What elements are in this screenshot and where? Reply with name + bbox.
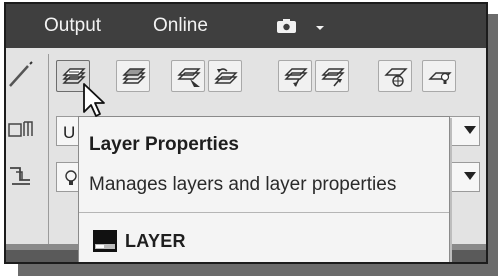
chevron-down-icon[interactable] xyxy=(464,126,476,134)
layer-previous-button[interactable] xyxy=(208,60,242,92)
tooltip-description: Manages layers and layer properties xyxy=(89,174,397,195)
block-icon xyxy=(8,121,33,137)
layer-unisolate-icon xyxy=(321,68,345,87)
layer-states-icon xyxy=(122,68,146,84)
plot-icon xyxy=(10,167,30,185)
tab-output[interactable]: Output xyxy=(44,15,101,37)
layer-isolate-button[interactable] xyxy=(278,60,312,92)
layer-freeze-icon xyxy=(384,68,408,87)
layer-match-icon xyxy=(177,68,201,87)
layer-unisolate-button[interactable] xyxy=(315,60,349,92)
layer-previous-icon xyxy=(214,68,238,84)
layer-isolate-icon xyxy=(284,68,308,87)
ribbon-tab-bar: Output Online xyxy=(6,4,486,48)
chevron-down-icon xyxy=(316,26,324,30)
layer-properties-tooltip: Layer Properties Manages layers and laye… xyxy=(78,116,450,262)
insert-tool-button[interactable] xyxy=(6,162,36,190)
layer-match-button[interactable] xyxy=(171,60,205,92)
tooltip-title: Layer Properties xyxy=(89,134,239,155)
tab-online[interactable]: Online xyxy=(153,15,208,37)
bulb-icon xyxy=(65,170,77,185)
mouse-cursor-icon xyxy=(83,83,105,117)
command-line-icon xyxy=(93,230,117,252)
layer-states-button[interactable] xyxy=(116,60,150,92)
panel-divider xyxy=(48,54,49,244)
block-tool-button[interactable] xyxy=(6,116,36,144)
layer-dropdown-value: U xyxy=(63,123,76,142)
layer-freeze-button[interactable] xyxy=(378,60,412,92)
ribbon-window: Output Online U Layer Properties Manages… xyxy=(4,2,488,264)
draw-tool-button[interactable] xyxy=(6,60,36,88)
chevron-down-icon[interactable] xyxy=(464,172,476,180)
camera-icon xyxy=(277,19,324,33)
tooltip-command: LAYER xyxy=(125,231,186,251)
camera-dropdown[interactable] xyxy=(274,18,328,36)
tooltip-divider xyxy=(79,212,449,213)
layer-off-icon xyxy=(428,72,452,84)
pencil-icon xyxy=(9,61,33,87)
layer-off-button[interactable] xyxy=(422,60,456,92)
